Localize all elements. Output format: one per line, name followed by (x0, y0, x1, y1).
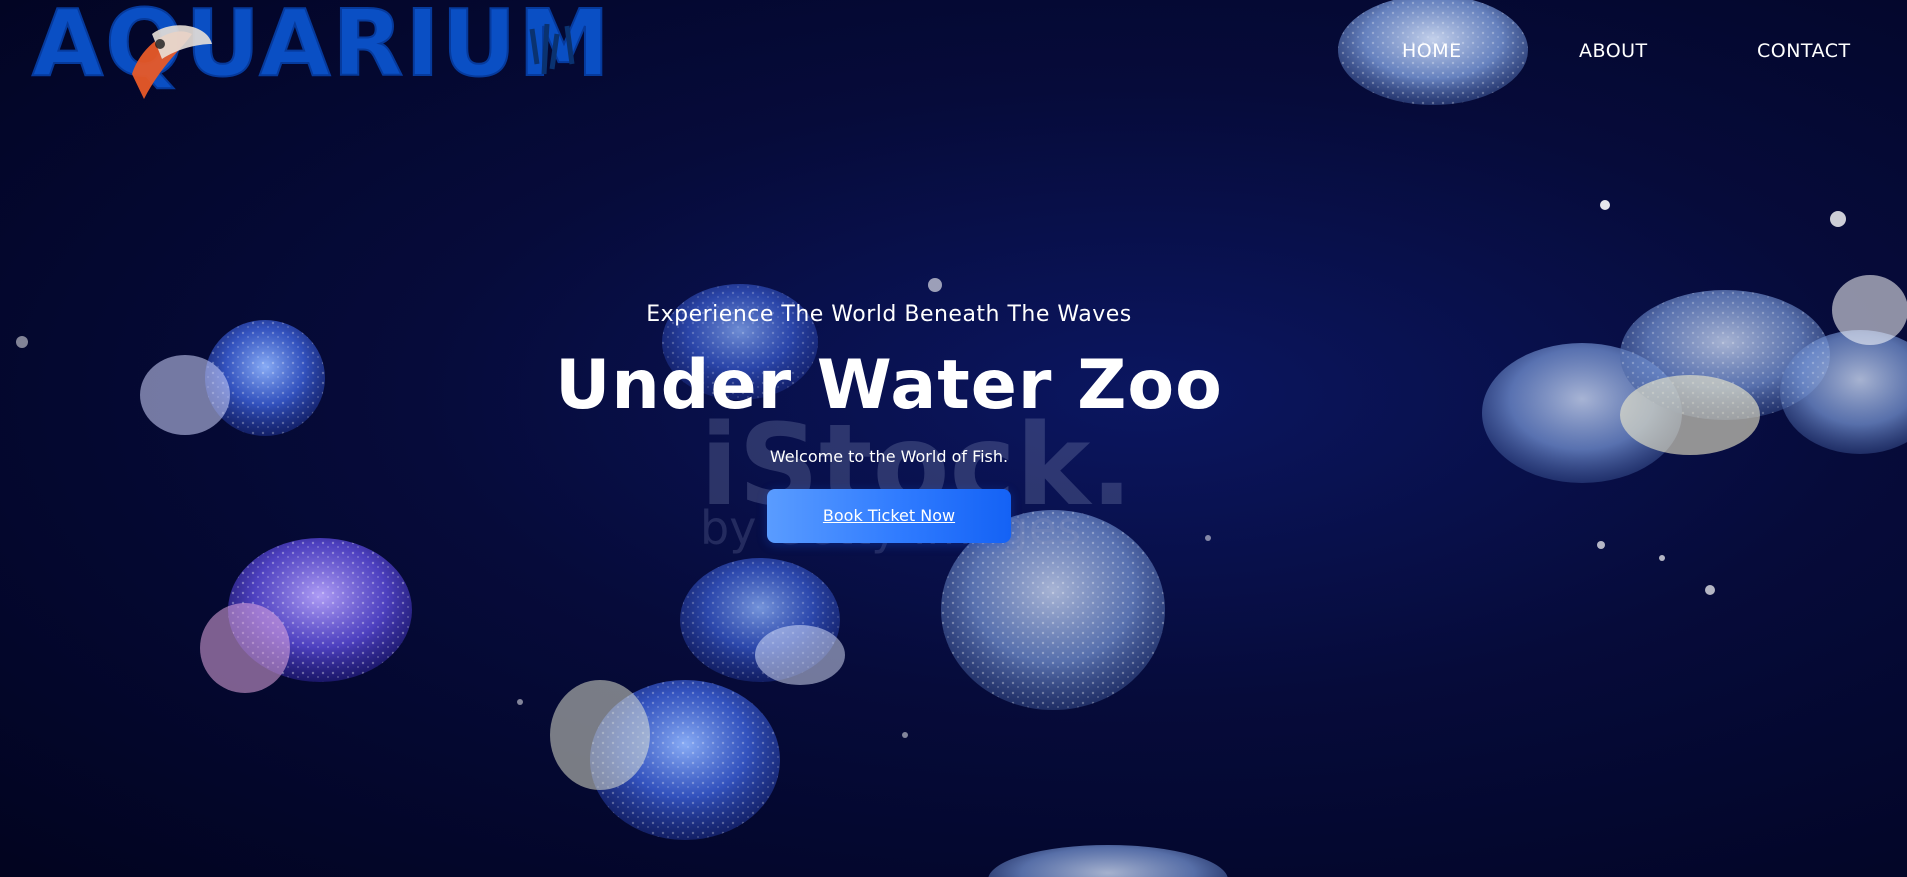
nav-home-link[interactable]: HOME (1402, 40, 1482, 62)
cta-container: Book Ticket Now (0, 489, 1778, 543)
site-header: AQUARIUM HOME ABOUT CONTACT (0, 0, 1907, 110)
nav-contact-link[interactable]: CONTACT (1757, 40, 1857, 62)
hero-title: Under Water Zoo (555, 346, 1223, 425)
book-ticket-button[interactable]: Book Ticket Now (767, 489, 1011, 543)
jellyfish-center-left (680, 558, 845, 685)
logo-wordmark: AQUARIUM (31, 0, 612, 97)
nav-about-link[interactable]: ABOUT (1579, 40, 1669, 62)
landing-page: iStock. by Getty Images AQUARIUM HOME AB… (0, 0, 1907, 877)
hero-subtitle: Welcome to the World of Fish. (769, 447, 1009, 466)
jellyfish-bottom-center (550, 680, 780, 840)
aquarium-logo[interactable]: AQUARIUM (31, 0, 611, 114)
jellyfish-left-bottom (200, 538, 412, 693)
hero-section: Experience The World Beneath The Waves U… (0, 300, 1778, 543)
jellyfish-bottom (988, 845, 1228, 877)
hero-kicker: Experience The World Beneath The Waves (646, 302, 1132, 327)
